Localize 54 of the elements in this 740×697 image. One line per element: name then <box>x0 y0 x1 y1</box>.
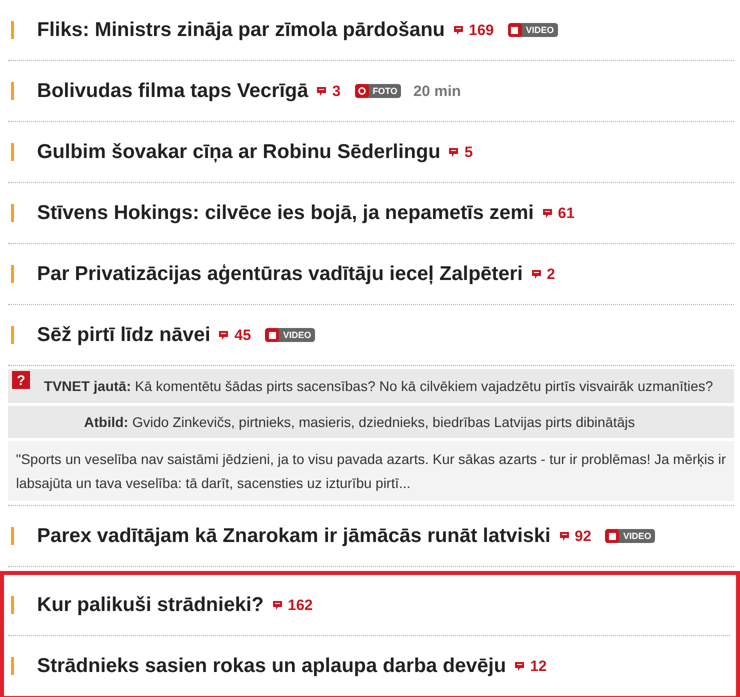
accent-bar <box>11 596 14 614</box>
comment-icon <box>514 660 526 672</box>
comment-count[interactable]: 3 <box>316 82 341 100</box>
headline-link[interactable]: Parex vadītājam kā Znarokam ir jāmācās runāt latviski <box>37 524 551 548</box>
question-text: TVNET jautā: Kā komentētu šādas pirts sacensības? No kā cilvēkiem vajadzētu pirtīs visvairāk uzmanīties? <box>44 378 714 394</box>
answer-text: Atbild: Gvido Zinkevičs, pirtnieks, masieris, dziednieks, biedrības Latvijas pirts dibinātājs <box>84 414 635 430</box>
comment-count[interactable]: 162 <box>272 596 313 614</box>
comment-icon <box>542 208 553 218</box>
comment-icon <box>272 600 283 610</box>
accent-bar <box>11 265 14 283</box>
accent-bar <box>11 82 14 100</box>
accent-bar <box>11 527 14 545</box>
headline-link[interactable]: Strādnieks sasien rokas un aplaupa darba devēju <box>37 654 506 678</box>
question-icon: ? <box>12 371 30 389</box>
comment-count[interactable]: 169 <box>452 22 494 38</box>
headline-link[interactable]: Par Privatizācijas aģentūras vadītāju ieceļ Zalpēteri <box>37 262 523 286</box>
media-badge: VIDEO <box>605 529 656 543</box>
comment-count[interactable]: 61 <box>542 204 575 222</box>
comment-number: 162 <box>288 596 313 614</box>
accent-bar <box>11 21 14 39</box>
accent-bar <box>11 326 14 344</box>
comment-icon <box>448 146 460 158</box>
headline-link[interactable]: Kur palikuši strādnieki? <box>37 594 264 616</box>
comment-number: 45 <box>234 326 252 344</box>
comment-count[interactable]: 92 <box>558 528 592 544</box>
headline-link[interactable]: Bolivudas filma taps Vecrīgā <box>37 80 308 102</box>
comment-number: 61 <box>558 204 575 222</box>
comment-number: 3 <box>332 82 341 100</box>
media-badge: VIDEO <box>265 328 316 342</box>
comment-number: 5 <box>464 144 473 160</box>
time-label: 20 min <box>413 82 461 100</box>
comment-count[interactable]: 12 <box>514 658 547 674</box>
comment-number: 92 <box>574 528 592 544</box>
comment-icon <box>530 268 542 280</box>
comment-icon <box>218 330 230 340</box>
media-badge: VIDEO <box>508 23 558 37</box>
comment-number: 12 <box>530 658 547 674</box>
comment-count[interactable]: 5 <box>448 144 473 160</box>
accent-bar <box>11 143 14 161</box>
headline-link[interactable]: Gulbim šovakar cīņa ar Robinu Sēderlingu <box>37 140 440 164</box>
quote-text: "Sports un veselība nav saistāmi jēdzieni, ja to visu pavada azarts. Kur sākas azarts - tur ir problēmas! Ja mērķis ir labsajūta un tava veselība: tā darīt, sacensties uz izturību pirtī... <box>16 451 726 491</box>
comment-count[interactable]: 2 <box>530 266 556 282</box>
comment-icon <box>316 86 328 96</box>
comment-number: 2 <box>546 266 556 282</box>
headline-link[interactable]: Stīvens Hokings: cilvēce ies bojā, ja nepametīs zemi <box>37 202 534 224</box>
comment-icon <box>452 24 464 36</box>
headline-link[interactable]: Sēž pirtī līdz nāvei <box>37 324 210 346</box>
comment-number: 169 <box>468 22 494 38</box>
comment-count[interactable]: 45 <box>218 326 252 344</box>
headline-link[interactable]: Fliks: Ministrs zināja par zīmola pārdošanu <box>37 18 445 42</box>
media-badge: FOTO <box>354 84 402 98</box>
comment-icon <box>558 530 570 542</box>
accent-bar <box>11 204 14 222</box>
accent-bar <box>11 657 14 675</box>
